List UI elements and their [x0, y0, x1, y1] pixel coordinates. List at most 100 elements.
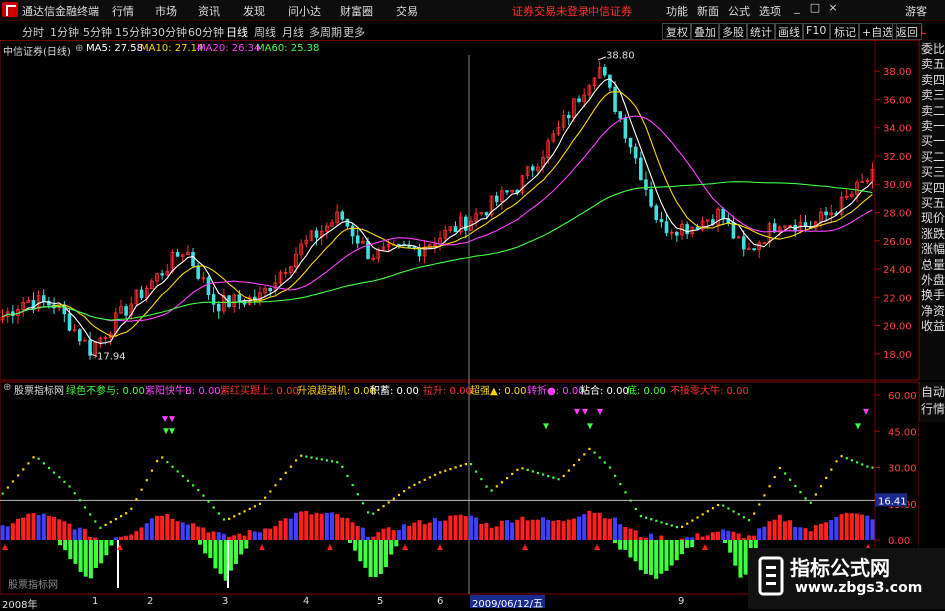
f10-button[interactable]: F10 — [802, 23, 831, 40]
candle-body — [67, 313, 72, 331]
sidebar-item-6[interactable]: 买一 — [921, 134, 945, 149]
candle-body — [160, 273, 164, 276]
osc-dot — [330, 460, 334, 463]
hist-bar-up — [412, 522, 417, 540]
osc-dot — [11, 480, 15, 483]
candle-body — [412, 246, 417, 249]
menu-trade[interactable]: 交易 — [396, 3, 418, 19]
back-button[interactable]: 返回 — [892, 23, 922, 40]
osc-dot — [408, 486, 411, 489]
osc-dot — [130, 507, 133, 510]
indicator-collapse-icon[interactable]: ⊕ — [3, 382, 11, 393]
mark-button[interactable]: 标记 — [830, 23, 860, 40]
tab-weekly[interactable]: 周线 — [254, 24, 276, 40]
sidebar-item-8[interactable]: 买三 — [921, 165, 945, 180]
multi-stock-button[interactable]: 多股 — [718, 23, 748, 40]
tab-30min[interactable]: 30分钟 — [151, 24, 187, 40]
osc-dot — [253, 505, 256, 508]
hist-bar-up — [638, 536, 643, 540]
sidebar-item-10[interactable]: 买五 — [921, 196, 945, 211]
osc-dot — [325, 459, 329, 462]
menu-ask[interactable]: 问小达 — [288, 3, 321, 19]
hist-bar-up — [504, 520, 509, 540]
candle-body — [664, 221, 669, 234]
sidebar-item-12[interactable]: 涨跌 — [921, 227, 945, 242]
sidebar-item-0[interactable]: 委比 — [921, 42, 945, 57]
hist-bar-up — [628, 528, 633, 540]
sidebar-item-18[interactable]: 收益 — [921, 319, 945, 334]
osc-dot — [114, 518, 118, 521]
tab-monthly[interactable]: 月线 — [282, 24, 304, 40]
hist-bar-up — [757, 528, 762, 540]
menu-market[interactable]: 市场 — [155, 3, 177, 19]
price-tick-label-0: 38.00 — [883, 67, 912, 78]
guest-label[interactable]: 游客 — [905, 3, 927, 19]
menu-news[interactable]: 资讯 — [198, 3, 220, 19]
tab-5min[interactable]: 5分钟 — [83, 24, 112, 40]
sidebar-item-7[interactable]: 买二 — [921, 150, 945, 165]
sidebar-item-2[interactable]: 卖四 — [921, 73, 945, 88]
minimize-icon[interactable]: _ — [790, 1, 804, 17]
menu-functions[interactable]: 功能 — [666, 3, 688, 19]
osc-dot — [552, 476, 555, 479]
hist-bar-up — [371, 536, 376, 540]
osc-dot — [619, 482, 622, 486]
adjust-button[interactable]: 复权 — [662, 23, 692, 40]
sidebar-item-14[interactable]: 总量 — [921, 258, 945, 273]
cursor-date: 2009/06/12/五 — [470, 595, 546, 610]
tab-daily[interactable]: 日线 — [226, 24, 248, 40]
osc-dot — [361, 502, 365, 505]
sidebar-item-1[interactable]: 卖五 — [921, 57, 945, 72]
close-icon[interactable]: × — [826, 1, 840, 17]
sidebar-item-3[interactable]: 卖三 — [921, 88, 945, 103]
hist-bar-up — [427, 522, 432, 540]
sidebar-item-16[interactable]: 换手 — [921, 288, 945, 303]
stats-button[interactable]: 统计 — [746, 23, 776, 40]
broker-name[interactable]: 中信证券 — [588, 3, 632, 19]
sidebar-auto-item-0[interactable]: 自动 — [921, 385, 945, 400]
ma-collapse-icon[interactable]: ⊕ — [75, 43, 83, 54]
hist-bar-up — [175, 521, 180, 540]
menu-quotes[interactable]: 行情 — [112, 3, 134, 19]
tab-more[interactable]: 更多 — [343, 24, 365, 40]
hist-bar-up — [613, 517, 618, 540]
candle-body — [206, 277, 211, 295]
tab-15min[interactable]: 15分钟 — [115, 24, 151, 40]
osc-dot — [562, 474, 565, 478]
hist-bar-down — [738, 540, 743, 578]
sidebar-item-4[interactable]: 卖二 — [921, 104, 945, 119]
stock-chart[interactable]: 38.0036.0034.0032.0030.0028.0026.0024.00… — [0, 40, 919, 609]
login-status[interactable]: 证券交易未登录 — [512, 3, 589, 19]
tab-1min[interactable]: 1分钟 — [50, 24, 79, 40]
hist-bar-up — [453, 515, 458, 540]
hist-bar-up — [21, 517, 26, 540]
draw-button[interactable]: 画线 — [774, 23, 804, 40]
tab-intraday[interactable]: 分时 — [22, 24, 44, 40]
menu-new-page[interactable]: 新面 — [697, 3, 719, 19]
price-low-label: 17.94 — [97, 351, 126, 362]
hist-bar-up — [443, 520, 448, 540]
osc-dot — [680, 525, 684, 528]
brand-logo-icon — [758, 556, 784, 596]
sidebar-item-15[interactable]: 外盘 — [921, 273, 945, 288]
signal-down-marker-0 — [162, 416, 168, 423]
menu-wealth[interactable]: 财富圈 — [340, 3, 373, 19]
sidebar-level-toggle[interactable]: L — [920, 24, 926, 37]
sidebar-auto-item-1[interactable]: 行情 — [921, 402, 945, 417]
candle-body — [191, 252, 195, 267]
sidebar-item-9[interactable]: 买四 — [921, 181, 945, 196]
tab-60min[interactable]: 60分钟 — [188, 24, 224, 40]
osc-dot — [624, 491, 627, 494]
sidebar-item-17[interactable]: 净资 — [921, 304, 945, 319]
hist-bar-up — [0, 525, 5, 540]
sidebar-item-11[interactable]: 现价 — [921, 211, 945, 226]
sidebar-item-13[interactable]: 涨幅 — [921, 242, 945, 257]
menu-formula[interactable]: 公式 — [728, 3, 750, 19]
menu-options[interactable]: 选项 — [759, 3, 781, 19]
tab-multi-period[interactable]: 多周期 — [309, 24, 342, 40]
sidebar-item-5[interactable]: 卖一 — [921, 119, 945, 134]
overlay-button[interactable]: 叠加 — [690, 23, 720, 40]
maximize-icon[interactable]: □ — [808, 1, 822, 17]
menu-discover[interactable]: 发现 — [243, 3, 265, 19]
app-logo-icon — [2, 2, 18, 17]
